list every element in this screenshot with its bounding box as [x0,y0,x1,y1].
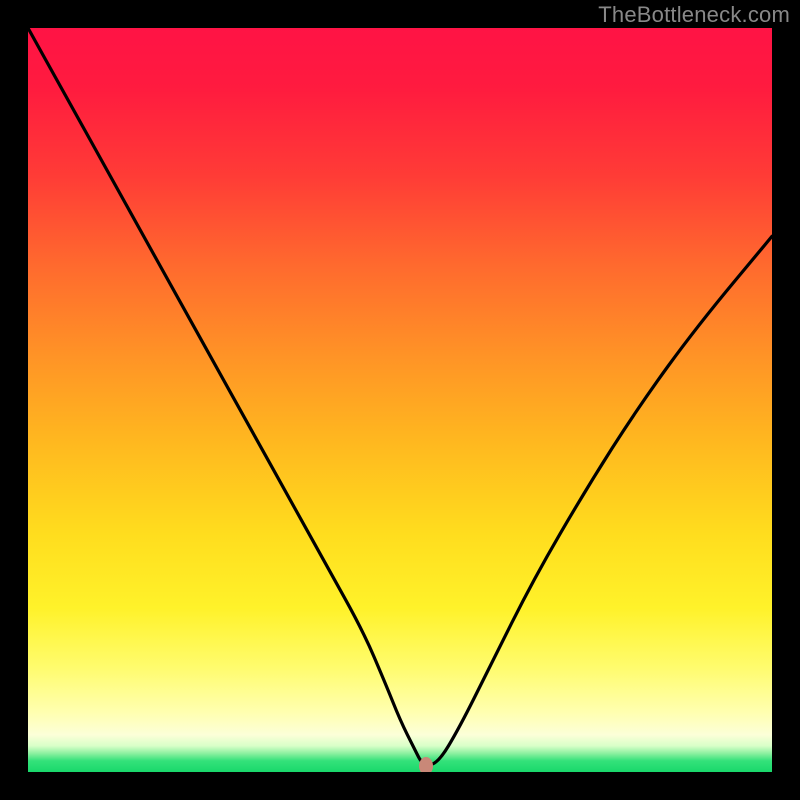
optimum-marker [419,757,433,772]
chart-frame: TheBottleneck.com [0,0,800,800]
bottleneck-curve [28,28,772,772]
watermark-text: TheBottleneck.com [598,2,790,28]
plot-area [28,28,772,772]
